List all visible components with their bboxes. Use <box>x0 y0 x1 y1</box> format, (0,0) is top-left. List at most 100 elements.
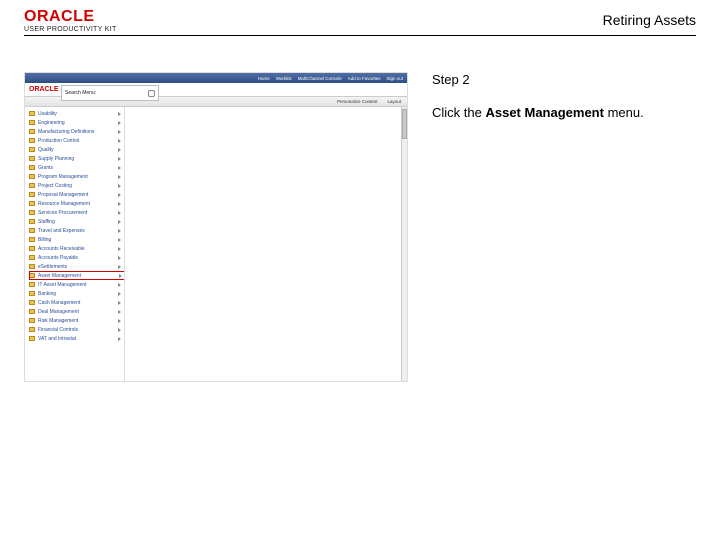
menu-item-label: Services Procurement <box>38 210 87 216</box>
search-menu-box[interactable]: Search Menu: <box>61 85 159 101</box>
step-label: Step 2 <box>432 72 696 87</box>
nav-mcc[interactable]: MultiChannel Console <box>298 76 342 81</box>
chevron-right-icon <box>118 211 121 215</box>
folder-icon <box>29 111 35 116</box>
menu-item-label: Deal Management <box>38 309 79 315</box>
folder-icon <box>29 147 35 152</box>
layout-link[interactable]: Layout <box>387 99 401 104</box>
folder-icon <box>29 138 35 143</box>
chevron-right-icon <box>118 112 121 116</box>
nav-worklist[interactable]: Worklist <box>276 76 292 81</box>
menu-item[interactable]: Travel and Expenses <box>29 226 124 235</box>
menu-item[interactable]: Financial Controls <box>29 325 124 334</box>
main-content-area <box>125 107 407 381</box>
folder-icon <box>29 300 35 305</box>
folder-icon <box>29 156 35 161</box>
search-go-icon[interactable] <box>148 90 155 97</box>
menu-item[interactable]: Accounts Receivable <box>29 244 124 253</box>
folder-icon <box>29 282 35 287</box>
nav-signout[interactable]: Sign out <box>386 76 403 81</box>
doc-title: Retiring Assets <box>603 8 696 28</box>
menu-item[interactable]: Banking <box>29 289 124 298</box>
menu-item[interactable]: Grants <box>29 163 124 172</box>
chevron-right-icon <box>118 130 121 134</box>
menu-item[interactable]: Program Management <box>29 172 124 181</box>
doc-header: ORACLE USER PRODUCTIVITY KIT Retiring As… <box>24 8 696 36</box>
chevron-right-icon <box>118 256 121 260</box>
menu-item-label: eSettlements <box>38 264 67 270</box>
menu-item-label: Staffing <box>38 219 55 225</box>
chevron-right-icon <box>118 337 121 341</box>
chevron-right-icon <box>118 175 121 179</box>
chevron-right-icon <box>118 238 121 242</box>
menu-item-label: Accounts Receivable <box>38 246 85 252</box>
oracle-wordmark: ORACLE <box>24 8 117 26</box>
chevron-right-icon <box>118 193 121 197</box>
nav-add-favorites[interactable]: Add to Favorites <box>348 76 381 81</box>
menu-item-label: Manufacturing Definitions <box>38 129 94 135</box>
chevron-right-icon <box>118 166 121 170</box>
instruction-text: Click the Asset Management menu. <box>432 105 696 120</box>
menu-item[interactable]: Resource Management <box>29 199 124 208</box>
menu-item[interactable]: Asset Management <box>29 271 125 280</box>
menu-item-label: IT Asset Management <box>38 282 87 288</box>
chevron-right-icon <box>118 265 121 269</box>
menu-item[interactable]: Supply Planning <box>29 154 124 163</box>
menu-item[interactable]: Quality <box>29 145 124 154</box>
nav-menu: UsabilityEngineering Manufacturing Defini… <box>25 107 125 381</box>
menu-item-label: Proposal Management <box>38 192 88 198</box>
menu-item-label: Production Control <box>38 138 79 144</box>
search-menu-label: Search Menu: <box>65 90 96 96</box>
folder-icon <box>29 210 35 215</box>
folder-icon <box>29 165 35 170</box>
folder-icon <box>29 336 35 341</box>
menu-item[interactable]: Billing <box>29 235 124 244</box>
menu-item[interactable]: Engineering <box>29 118 124 127</box>
menu-item[interactable]: Staffing <box>29 217 124 226</box>
folder-icon <box>29 327 35 332</box>
folder-icon <box>29 129 35 134</box>
menu-item-label: Grants <box>38 165 53 171</box>
chevron-right-icon <box>118 310 121 314</box>
menu-item-label: Project Costing <box>38 183 72 189</box>
menu-item-label: Accounts Payable <box>38 255 78 261</box>
menu-item-label: Program Management <box>38 174 88 180</box>
menu-item[interactable]: Risk Management <box>29 316 124 325</box>
scrollbar[interactable] <box>401 107 407 381</box>
menu-item[interactable]: Project Costing <box>29 181 124 190</box>
menu-item-label: Travel and Expenses <box>38 228 85 234</box>
folder-icon <box>29 291 35 296</box>
chevron-right-icon <box>118 220 121 224</box>
nav-home[interactable]: Home <box>258 76 270 81</box>
folder-icon <box>29 273 35 278</box>
menu-item[interactable]: Manufacturing Definitions <box>29 127 124 136</box>
menu-item[interactable]: eSettlements <box>29 262 124 271</box>
menu-item[interactable]: IT Asset Management <box>29 280 124 289</box>
chevron-right-icon <box>118 184 121 188</box>
chevron-right-icon <box>118 292 121 296</box>
chevron-right-icon <box>118 328 121 332</box>
app-body: UsabilityEngineering Manufacturing Defini… <box>25 107 407 381</box>
instruction-column: Step 2 Click the Asset Management menu. <box>408 72 696 382</box>
menu-item[interactable]: Proposal Management <box>29 190 124 199</box>
folder-icon <box>29 174 35 179</box>
menu-item-label: Cash Management <box>38 300 80 306</box>
instruction-suffix: menu. <box>604 105 644 120</box>
menu-item[interactable]: Accounts Payable <box>29 253 124 262</box>
menu-item[interactable]: Production Control <box>29 136 124 145</box>
scrollbar-thumb[interactable] <box>402 109 407 139</box>
menu-item-label: Asset Management <box>38 273 81 279</box>
menu-item[interactable]: Deal Management <box>29 307 124 316</box>
menu-item[interactable]: Services Procurement <box>29 208 124 217</box>
menu-item-label: Banking <box>38 291 56 297</box>
personalize-content-link[interactable]: Personalize Content <box>337 99 378 104</box>
folder-icon <box>29 237 35 242</box>
menu-item-label: Supply Planning <box>38 156 74 162</box>
menu-item[interactable]: Cash Management <box>29 298 124 307</box>
menu-item[interactable]: VAT and Intrastat <box>29 334 124 343</box>
app-topbar: Home Worklist MultiChannel Console Add t… <box>25 73 407 83</box>
menu-item[interactable]: Usability <box>29 109 124 118</box>
instruction-target: Asset Management <box>485 105 603 120</box>
menu-item-label: Billing <box>38 237 51 243</box>
menu-item-label: Risk Management <box>38 318 78 324</box>
